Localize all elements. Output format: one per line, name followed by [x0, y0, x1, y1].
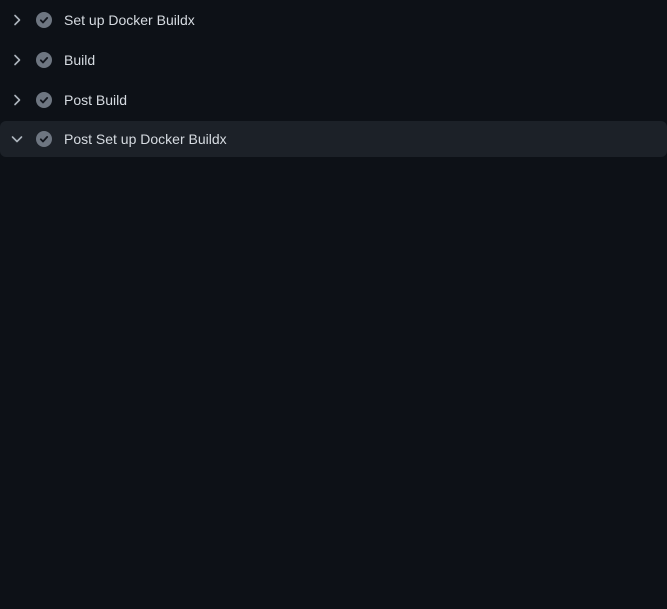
log-line: 11time="2021-04-23T18:02:38Z" level=debu… — [0, 389, 667, 409]
log-line: 9time="2021-04-23T18:02:37Z" level=warni… — [0, 349, 667, 369]
log-line: 3/usr/bin/docker logs buildx_buildkit_bu… — [0, 209, 667, 229]
chevron-right-icon — [9, 12, 25, 28]
log-line: 17time="2021-04-23T18:02:38Z" level=debu… — [0, 509, 667, 529]
step-row[interactable]: Set up Docker Buildx — [0, 0, 667, 40]
step-label: Post Set up Docker Buildx — [64, 131, 227, 147]
log-line: 4time="2021-04-23T18:02:37Z" level=info … — [0, 229, 667, 249]
step-row[interactable]: Post Set up Docker Buildx — [0, 121, 667, 157]
chevron-right-icon — [9, 92, 25, 108]
log-line: 13time="2021-04-23T18:02:38Z" level=debu… — [0, 429, 667, 449]
chevron-right-icon — [9, 52, 25, 68]
log-line: 6time="2021-04-23T18:02:37Z" level=info … — [0, 269, 667, 289]
log-line: 1Post job cleanup. — [0, 169, 667, 189]
log-line: 5time="2021-04-23T18:02:37Z" level=warni… — [0, 249, 667, 269]
log-line: 19time="2021-04-23T18:02:38Z" level=debu… — [0, 549, 667, 569]
log-line: linux/riscv64 linux/ppc64le linux/s390x … — [0, 289, 667, 309]
check-circle-icon — [36, 131, 52, 147]
log-line: 15time="2021-04-23T18:02:38Z" level=debu… — [0, 469, 667, 489]
check-circle-icon — [36, 12, 52, 28]
step-label: Set up Docker Buildx — [64, 12, 195, 28]
log-line: 8time="2021-04-23T18:02:37Z" level=info … — [0, 329, 667, 349]
check-circle-icon — [36, 52, 52, 68]
step-list: Set up Docker Buildx Build — [0, 0, 667, 157]
check-circle-icon — [36, 92, 52, 108]
log-line: 7time="2021-04-23T18:02:37Z" level=warni… — [0, 309, 667, 329]
log-line: 12time="2021-04-23T18:02:38Z" level=debu… — [0, 409, 667, 429]
log-line: 14time="2021-04-23T18:02:38Z" level=debu… — [0, 449, 667, 469]
chevron-down-icon — [9, 131, 25, 147]
step-row[interactable]: Post Build — [0, 80, 667, 120]
step-row[interactable]: Build — [0, 40, 667, 80]
step-label: Post Build — [64, 92, 127, 108]
log-line: 20time="2021-04-23T18:02:38Z" level=debu… — [0, 589, 667, 609]
log-line: 2▼BuildKit container logs — [0, 189, 667, 209]
log-line: 16time="2021-04-23T18:02:38Z" level=debu… — [0, 489, 667, 509]
log-viewer: 1Post job cleanup. 2▼BuildKit container … — [0, 169, 667, 609]
step-label: Build — [64, 52, 95, 68]
log-line: application/vnd.oci.image.index.v1+json,… — [0, 569, 667, 589]
log-line: 18time="2021-04-23T18:02:38Z" level=debu… — [0, 529, 667, 549]
log-line: 10time="2021-04-23T18:02:37Z" level=info… — [0, 369, 667, 389]
